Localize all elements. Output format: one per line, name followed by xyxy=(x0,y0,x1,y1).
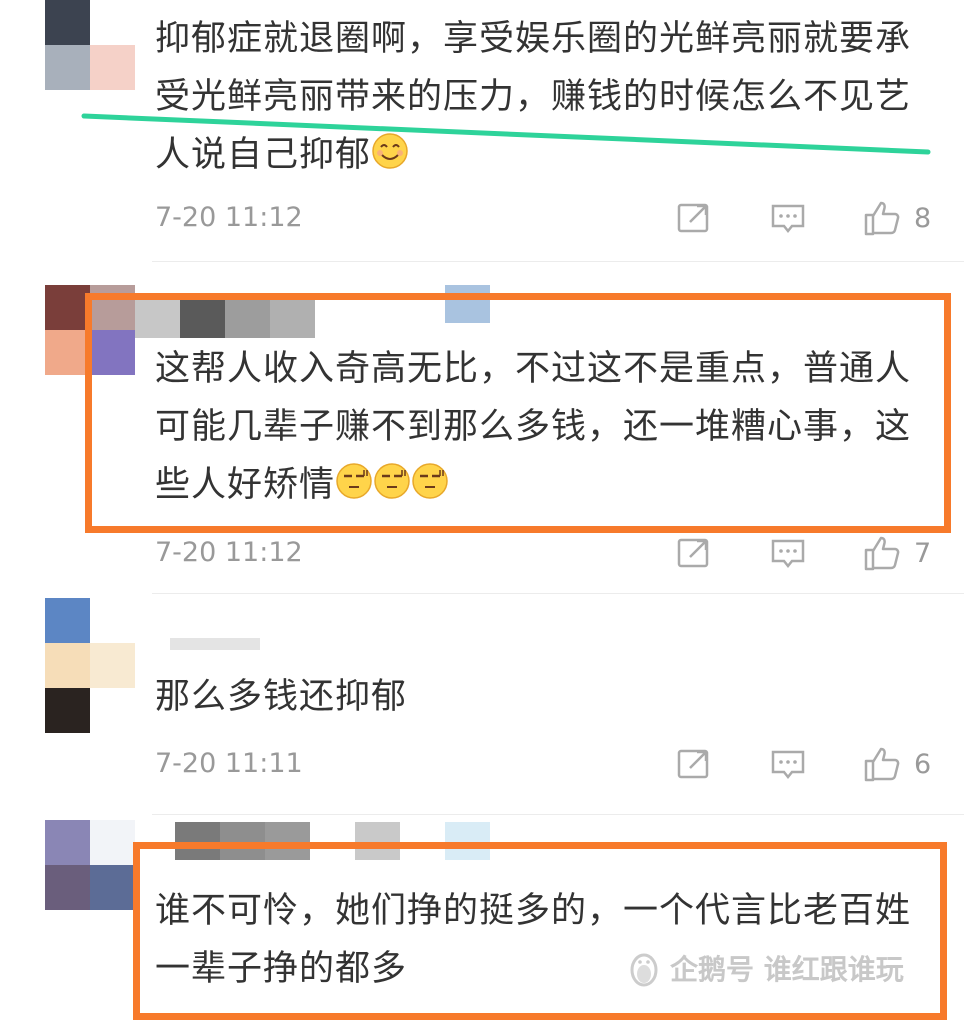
comment-2: 这帮人收入奇高无比，不过这不是重点，普通人可能几辈子赚不到那么多钱，还一堆糟心事… xyxy=(0,285,964,595)
thumbs-up-icon xyxy=(864,747,900,782)
comment-text-content: 这帮人收入奇高无比，不过这不是重点，普通人可能几辈子赚不到那么多钱，还一堆糟心事… xyxy=(155,349,912,505)
reply-button[interactable] xyxy=(770,746,806,782)
divider xyxy=(152,814,964,815)
thumbs-up-icon xyxy=(864,201,900,236)
sleepy-emoji-icon xyxy=(411,460,449,518)
reply-button[interactable] xyxy=(770,200,806,236)
share-button[interactable] xyxy=(676,200,712,236)
avatar[interactable] xyxy=(45,0,135,90)
watermark-text: 企鹅号 谁红跟谁玩 xyxy=(670,953,904,986)
share-icon xyxy=(677,538,709,568)
sleepy-emoji-icon xyxy=(373,460,411,518)
like-count: 6 xyxy=(914,748,932,780)
comment-1: 抑郁症就退圈啊，享受娱乐圈的光鲜亮丽就要承受光鲜亮丽带来的压力，赚钱的时候怎么不… xyxy=(0,0,964,262)
comment-time: 7-20 11:12 xyxy=(155,202,303,233)
comment-icon xyxy=(771,750,805,780)
comment-icon xyxy=(771,204,805,234)
avatar[interactable] xyxy=(45,598,135,733)
reply-button[interactable] xyxy=(770,535,806,571)
like-count: 8 xyxy=(914,202,932,234)
like-button[interactable]: 8 xyxy=(862,198,931,238)
penguin-logo-icon xyxy=(630,953,658,987)
share-icon xyxy=(677,203,709,233)
like-button[interactable]: 7 xyxy=(862,533,931,573)
comment-text: 那么多钱还抑郁 xyxy=(155,668,935,726)
share-button[interactable] xyxy=(676,535,712,571)
sleepy-emoji-icon xyxy=(335,460,373,518)
avatar[interactable] xyxy=(45,820,135,910)
watermark: 企鹅号 谁红跟谁玩 xyxy=(624,948,904,988)
comment-time: 7-20 11:11 xyxy=(155,748,303,779)
share-button[interactable] xyxy=(676,746,712,782)
thumbs-up-icon xyxy=(864,536,900,571)
like-count: 7 xyxy=(914,537,932,569)
share-icon xyxy=(677,749,709,779)
green-underline-annotation xyxy=(81,113,931,155)
comment-icon xyxy=(771,539,805,569)
comment-text: 抑郁症就退圈啊，享受娱乐圈的光鲜亮丽就要承受光鲜亮丽带来的压力，赚钱的时候怎么不… xyxy=(155,10,935,188)
comment-time: 7-20 11:12 xyxy=(155,537,303,568)
divider xyxy=(152,593,964,594)
comment-text: 这帮人收入奇高无比，不过这不是重点，普通人可能几辈子赚不到那么多钱，还一堆糟心事… xyxy=(155,340,935,518)
like-button[interactable]: 6 xyxy=(862,744,931,784)
comment-3: 那么多钱还抑郁 7-20 11:11 6 xyxy=(0,598,964,816)
comment-text-content: 那么多钱还抑郁 xyxy=(155,677,408,717)
divider xyxy=(152,261,964,262)
